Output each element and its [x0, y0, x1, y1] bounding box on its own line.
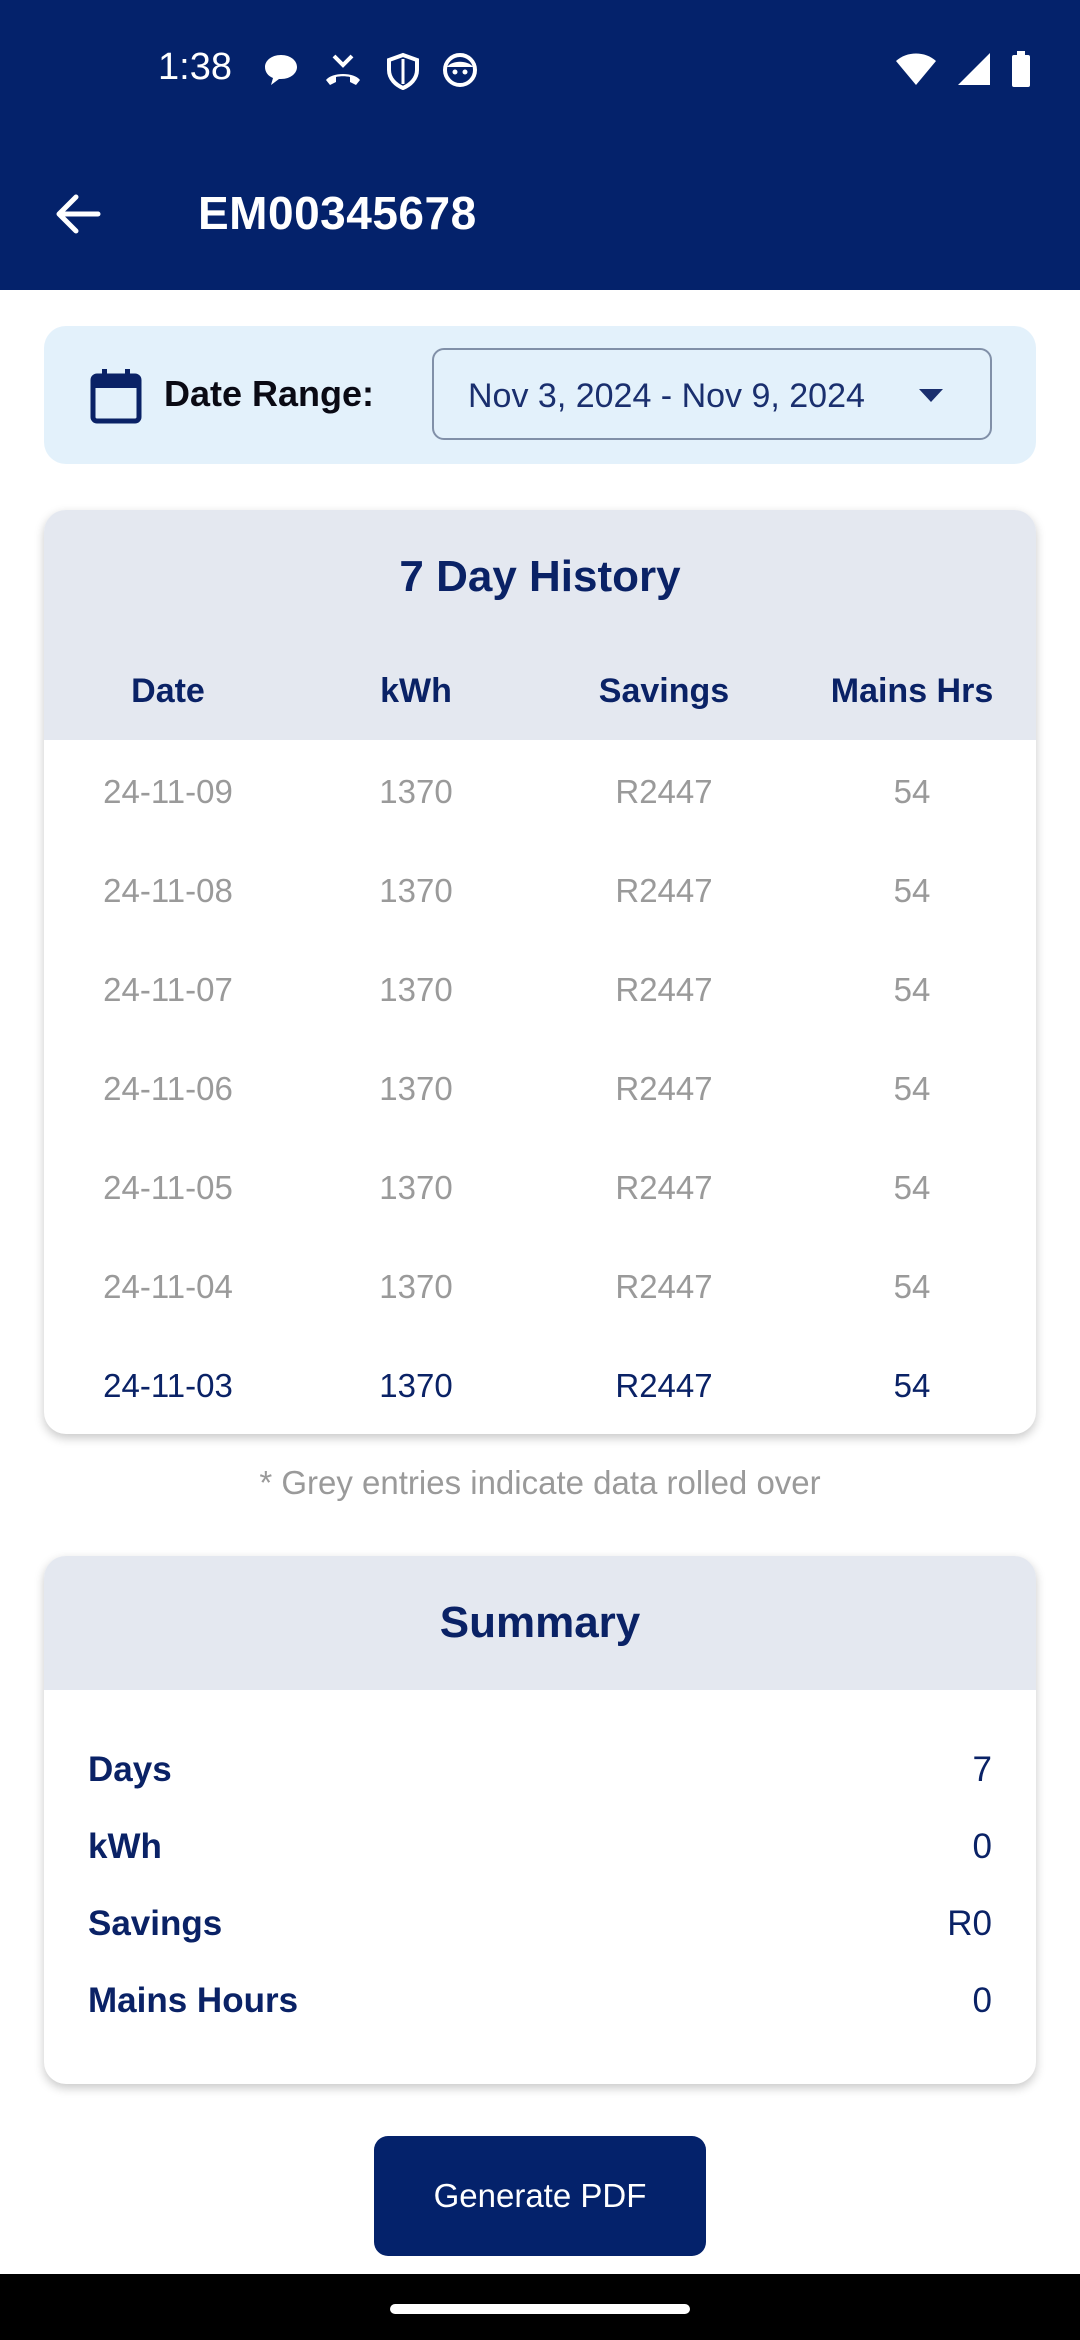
table-row: 24-11-04 1370 R2447 54 [44, 1237, 1036, 1336]
summary-value: 0 [972, 1981, 992, 2020]
cell-date: 24-11-04 [103, 1267, 233, 1305]
table-row: 24-11-05 1370 R2447 54 [44, 1138, 1036, 1237]
cell-kwh: 1370 [379, 970, 453, 1008]
calendar-icon [90, 369, 142, 424]
cell-savings: R2447 [615, 1366, 713, 1404]
notification-icons [262, 52, 478, 90]
system-icons [894, 50, 1032, 88]
date-range-card: Date Range: Nov 3, 2024 - Nov 9, 2024 [44, 326, 1036, 464]
rolled-over-footnote: * Grey entries indicate data rolled over [259, 1464, 821, 1501]
battery-icon [1012, 51, 1030, 87]
cell-kwh: 1370 [379, 1267, 453, 1305]
column-header-mains-hrs: Mains Hrs [830, 672, 994, 710]
summary-header: Summary [44, 1556, 1036, 1690]
cell-kwh: 1370 [379, 871, 453, 909]
cell-kwh: 1370 [379, 1168, 453, 1206]
summary-row-days: Days 7 [88, 1750, 992, 1827]
cell-mains-hrs: 54 [893, 1069, 931, 1107]
back-button[interactable] [40, 176, 116, 252]
missed-call-icon [326, 54, 360, 85]
summary-row-kwh: kWh 0 [88, 1827, 992, 1904]
shield-icon [387, 52, 419, 90]
table-header-row: Date kWh Savings Mains Hrs [44, 672, 1036, 711]
cell-date: 24-11-03 [103, 1366, 233, 1404]
summary-label: Savings [88, 1904, 223, 1943]
cell-date: 24-11-06 [103, 1069, 233, 1107]
app-bar: 1:38 EM00345678 [0, 0, 1080, 290]
summary-value: 0 [972, 1827, 992, 1866]
chat-bubble-icon [265, 55, 297, 85]
summary-row-mains-hours: Mains Hours 0 [88, 1981, 992, 2058]
cell-kwh: 1370 [379, 772, 453, 810]
cell-savings: R2447 [615, 970, 713, 1008]
summary-card: Summary Days 7 kWh 0 Savings R0 Mains Ho… [44, 1556, 1036, 2084]
column-header-savings: Savings [598, 672, 730, 710]
cell-savings: R2447 [615, 1267, 713, 1305]
table-row: 24-11-09 1370 R2447 54 [44, 742, 1036, 841]
status-time: 1:38 [158, 46, 232, 88]
summary-list: Days 7 kWh 0 Savings R0 Mains Hours 0 [88, 1750, 992, 2058]
cell-date: 24-11-09 [103, 772, 233, 810]
summary-label: kWh [88, 1827, 162, 1866]
wifi-icon [896, 53, 936, 85]
cell-mains-hrs: 54 [893, 772, 931, 810]
cell-savings: R2447 [615, 1069, 713, 1107]
summary-value: 7 [972, 1750, 992, 1789]
cell-mains-hrs: 54 [893, 1267, 931, 1305]
summary-title: Summary [439, 1598, 641, 1647]
home-gesture-handle[interactable] [390, 2304, 690, 2314]
date-range-label: Date Range: [164, 373, 375, 414]
system-navigation-bar [0, 2274, 1080, 2340]
cell-savings: R2447 [615, 772, 713, 810]
summary-row-savings: Savings R0 [88, 1904, 992, 1981]
history-table-body: 24-11-09 1370 R2447 54 24-11-08 1370 R24… [44, 742, 1036, 1434]
cell-mains-hrs: 54 [893, 1168, 931, 1206]
date-range-dropdown[interactable]: Nov 3, 2024 - Nov 9, 2024 [432, 348, 992, 440]
table-row: 24-11-07 1370 R2447 54 [44, 940, 1036, 1039]
cell-date: 24-11-05 [103, 1168, 233, 1206]
summary-label: Mains Hours [88, 1981, 299, 2020]
summary-label: Days [88, 1750, 172, 1789]
date-range-value: Nov 3, 2024 - Nov 9, 2024 [468, 377, 865, 415]
cell-date: 24-11-07 [103, 970, 233, 1008]
generate-pdf-button[interactable]: Generate PDF [374, 2136, 706, 2256]
cell-mains-hrs: 54 [893, 871, 931, 909]
arrow-left-icon [56, 194, 101, 234]
cell-date: 24-11-08 [103, 871, 233, 909]
table-row: 24-11-06 1370 R2447 54 [44, 1039, 1036, 1138]
cell-mains-hrs: 54 [893, 970, 931, 1008]
status-bar: 1:38 [0, 36, 1080, 108]
table-row: 24-11-03 1370 R2447 54 [44, 1336, 1036, 1434]
cell-kwh: 1370 [379, 1366, 453, 1404]
table-row: 24-11-08 1370 R2447 54 [44, 841, 1036, 940]
history-title: 7 Day History [399, 552, 681, 601]
face-icon [443, 53, 477, 87]
signal-icon [958, 53, 990, 85]
caret-down-icon [919, 389, 943, 402]
page-title: EM00345678 [198, 187, 477, 239]
cell-mains-hrs: 54 [893, 1366, 931, 1404]
column-header-kwh: kWh [380, 672, 452, 710]
summary-value: R0 [947, 1904, 992, 1943]
column-header-date: Date [131, 672, 205, 710]
cell-kwh: 1370 [379, 1069, 453, 1107]
cell-savings: R2447 [615, 1168, 713, 1206]
cell-savings: R2447 [615, 871, 713, 909]
history-header: 7 Day History Date kWh Savings Mains Hrs [44, 510, 1036, 740]
history-card: 7 Day History Date kWh Savings Mains Hrs… [44, 510, 1036, 1434]
